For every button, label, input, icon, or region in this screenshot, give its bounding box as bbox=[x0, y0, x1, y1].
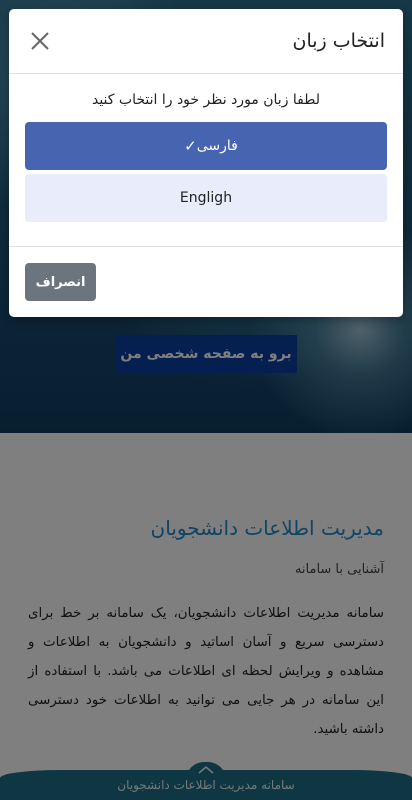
dialog-footer: انصراف bbox=[9, 246, 403, 317]
language-dialog: انتخاب زبان لطفا زبان مورد نظر خود را ان… bbox=[9, 9, 403, 317]
dialog-header: انتخاب زبان bbox=[9, 9, 403, 74]
language-label-english: Engligh bbox=[179, 190, 233, 206]
dialog-body: لطفا زبان مورد نظر خود را انتخاب کنید فا… bbox=[9, 74, 403, 222]
check-icon: ✓ bbox=[184, 137, 197, 155]
cancel-button[interactable]: انصراف bbox=[25, 263, 96, 301]
language-option-persian[interactable]: فارسی ✓ bbox=[25, 122, 387, 170]
close-button[interactable] bbox=[25, 26, 55, 56]
dialog-prompt: لطفا زبان مورد نظر خود را انتخاب کنید bbox=[91, 92, 320, 108]
close-icon bbox=[31, 32, 49, 50]
language-label-persian: فارسی bbox=[196, 138, 238, 154]
language-option-english[interactable]: Engligh bbox=[25, 174, 387, 222]
dialog-title: انتخاب زبان bbox=[292, 30, 386, 52]
